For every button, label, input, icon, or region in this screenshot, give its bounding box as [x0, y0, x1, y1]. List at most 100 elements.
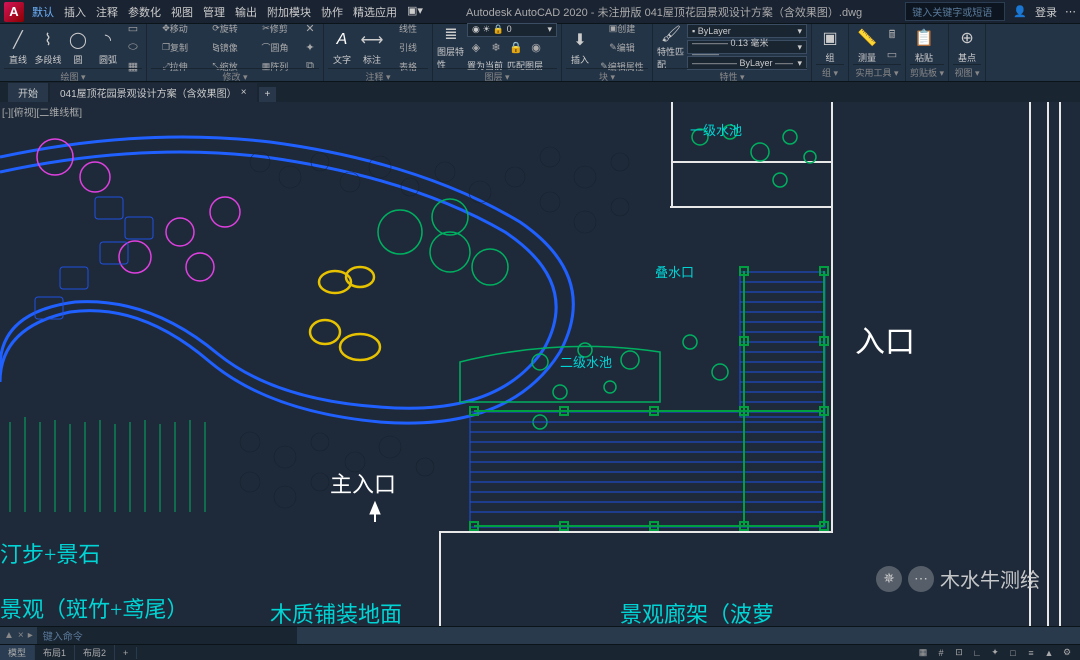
status-anno-icon[interactable]: ▲: [1042, 646, 1056, 660]
tool-leader[interactable]: 引线: [388, 38, 428, 56]
layer-freeze-icon[interactable]: ❄: [487, 39, 505, 57]
chevron-down-icon: ▾: [547, 24, 552, 35]
tool-fillet[interactable]: ⌒ 圆角: [251, 38, 299, 56]
tool-rotate[interactable]: ⟳ 旋转: [201, 19, 249, 37]
status-polar-icon[interactable]: ✦: [988, 646, 1002, 660]
tool-block-edit[interactable]: ✎ 编辑: [596, 38, 648, 56]
menu-output[interactable]: 输出: [235, 4, 257, 20]
menu-addins[interactable]: 附加模块: [267, 4, 311, 20]
insert-icon: ⬇: [568, 28, 592, 52]
close-icon[interactable]: ×: [241, 87, 247, 98]
menu-default[interactable]: 默认: [32, 4, 54, 20]
arc-icon: ◝: [96, 28, 120, 52]
menu-parametric[interactable]: 参数化: [128, 4, 161, 20]
tool-mirror[interactable]: ⧎ 镜像: [201, 38, 249, 56]
line-icon: ╱: [6, 28, 30, 52]
status-tab-model[interactable]: 模型: [0, 645, 35, 660]
tool-explode-icon[interactable]: ✦: [301, 38, 319, 56]
panel-label-props: 特性 ▾: [657, 68, 807, 83]
tool-match-props[interactable]: 🖌特性匹配: [657, 28, 685, 66]
tool-circle[interactable]: ◯圆: [64, 28, 92, 66]
help-search[interactable]: 键入关键字或短语: [905, 2, 1005, 21]
tool-dimension[interactable]: ⟷标注: [358, 28, 386, 66]
tool-erase-icon[interactable]: ✕: [301, 19, 319, 37]
lineweight-dropdown[interactable]: ———— 0.13 毫米 ———▾: [687, 40, 807, 54]
panel-label-layers: 图层 ▾: [437, 68, 557, 83]
tool-block-create[interactable]: ▣ 创建: [596, 19, 648, 37]
menu-collab[interactable]: 协作: [321, 4, 343, 20]
panel-label-annot: 注释 ▾: [328, 68, 428, 83]
paste-icon: 📋: [912, 26, 936, 50]
tool-base[interactable]: ⊕基点: [953, 26, 981, 64]
cmd-close-icon[interactable]: ×: [18, 630, 24, 641]
drawing-canvas[interactable]: [-][俯视][二维线框]: [0, 102, 1080, 633]
tab-file[interactable]: 041屋顶花园景观设计方案（含效果图）×: [50, 83, 257, 102]
tool-linear[interactable]: 线性: [388, 19, 428, 37]
tool-group[interactable]: ▣组: [816, 26, 844, 64]
command-bar: ▲ × ▸ 键入命令: [0, 626, 1080, 644]
tool-trim[interactable]: ✂ 修剪: [251, 19, 299, 37]
tool-block-insert[interactable]: ⬇插入: [566, 28, 594, 66]
cmd-history-icon[interactable]: ▲: [4, 630, 14, 641]
status-grid-icon[interactable]: #: [934, 646, 948, 660]
status-snap-icon[interactable]: ⊡: [952, 646, 966, 660]
tab-new[interactable]: +: [259, 87, 277, 102]
tool-measure[interactable]: 📏测量: [853, 26, 881, 64]
tool-calc-icon[interactable]: 🖩: [883, 27, 901, 45]
layer-dropdown[interactable]: ◉ ☀ 🔒 0▾: [467, 23, 557, 37]
tool-select-icon[interactable]: ▭: [883, 46, 901, 64]
tool-move[interactable]: ✥ 移动: [151, 19, 199, 37]
panel-label-util: 实用工具 ▾: [853, 64, 901, 79]
tool-line[interactable]: ╱直线: [4, 28, 32, 66]
menu-insert[interactable]: 插入: [64, 4, 86, 20]
app-icon[interactable]: A: [4, 2, 24, 22]
tool-paste[interactable]: 📋粘贴: [910, 26, 938, 64]
status-bar: 模型 布局1 布局2 + ▦ # ⊡ ∟ ✦ □ ≡ ▲ ⚙: [0, 644, 1080, 660]
dimension-icon: ⟷: [360, 28, 384, 52]
layer-iso-icon[interactable]: ◈: [467, 39, 485, 57]
menu-view[interactable]: 视图: [171, 4, 193, 20]
tool-layer-props[interactable]: ≣图层特性: [437, 28, 465, 66]
status-osnap-icon[interactable]: □: [1006, 646, 1020, 660]
command-input[interactable]: 键入命令: [37, 627, 297, 644]
layer-lock-icon[interactable]: 🔒: [507, 39, 525, 57]
menu-manage[interactable]: 管理: [203, 4, 225, 20]
status-model-icon[interactable]: ▦: [916, 646, 930, 660]
label-waterfall: 叠水口: [655, 262, 694, 281]
status-tab-layout2[interactable]: 布局2: [75, 645, 115, 660]
status-gear-icon[interactable]: ⚙: [1060, 646, 1074, 660]
tool-polyline[interactable]: ⌇多段线: [34, 28, 62, 66]
panel-label-clip: 剪贴板 ▾: [910, 64, 944, 79]
panel-annotation: A文字 ⟷标注 线性 引线 表格 注释 ▾: [324, 24, 433, 81]
wechat-icon: ✵: [876, 566, 902, 592]
measure-icon: 📏: [855, 26, 879, 50]
panel-modify: ✥ 移动 ❐ 复制 ⤢ 拉伸 ⟳ 旋转 ⧎ 镜像 ⤡ 缩放 ✂ 修剪 ⌒ 圆角 …: [147, 24, 324, 81]
user-icon[interactable]: 👤: [1013, 5, 1027, 18]
login-link[interactable]: 登录: [1035, 4, 1057, 20]
tool-rect-icon[interactable]: ▭: [124, 19, 142, 37]
menu-featured[interactable]: 精选应用: [353, 4, 397, 20]
status-lwt-icon[interactable]: ≡: [1024, 646, 1038, 660]
panel-group: ▣组 组 ▾: [812, 24, 849, 81]
panel-label-group: 组 ▾: [816, 64, 844, 79]
status-ortho-icon[interactable]: ∟: [970, 646, 984, 660]
tool-arc[interactable]: ◝圆弧: [94, 28, 122, 66]
label-pool2: 二级水池: [560, 352, 612, 371]
drawing-svg: [0, 102, 1080, 633]
status-tab-layout1[interactable]: 布局1: [35, 645, 75, 660]
menu-annotate[interactable]: 注释: [96, 4, 118, 20]
tool-copy[interactable]: ❐ 复制: [151, 38, 199, 56]
layer-off-icon[interactable]: ◉: [527, 39, 545, 57]
label-side-entry: 入口: [855, 317, 915, 361]
status-tab-add[interactable]: +: [115, 647, 137, 659]
watermark: ✵ ⋯ 木水牛测绘: [876, 564, 1040, 593]
panel-label-view: 视图 ▾: [953, 64, 981, 79]
menu-expand-icon[interactable]: ▣▾: [407, 4, 423, 20]
polyline-icon: ⌇: [36, 28, 60, 52]
wechat-dots-icon: ⋯: [908, 566, 934, 592]
tool-ellipse-icon[interactable]: ⬭: [124, 38, 142, 56]
tab-start[interactable]: 开始: [8, 83, 48, 102]
tool-text[interactable]: A文字: [328, 28, 356, 66]
panel-clipboard: 📋粘贴 剪贴板 ▾: [906, 24, 949, 81]
overflow-icon[interactable]: ⋯: [1065, 5, 1076, 18]
